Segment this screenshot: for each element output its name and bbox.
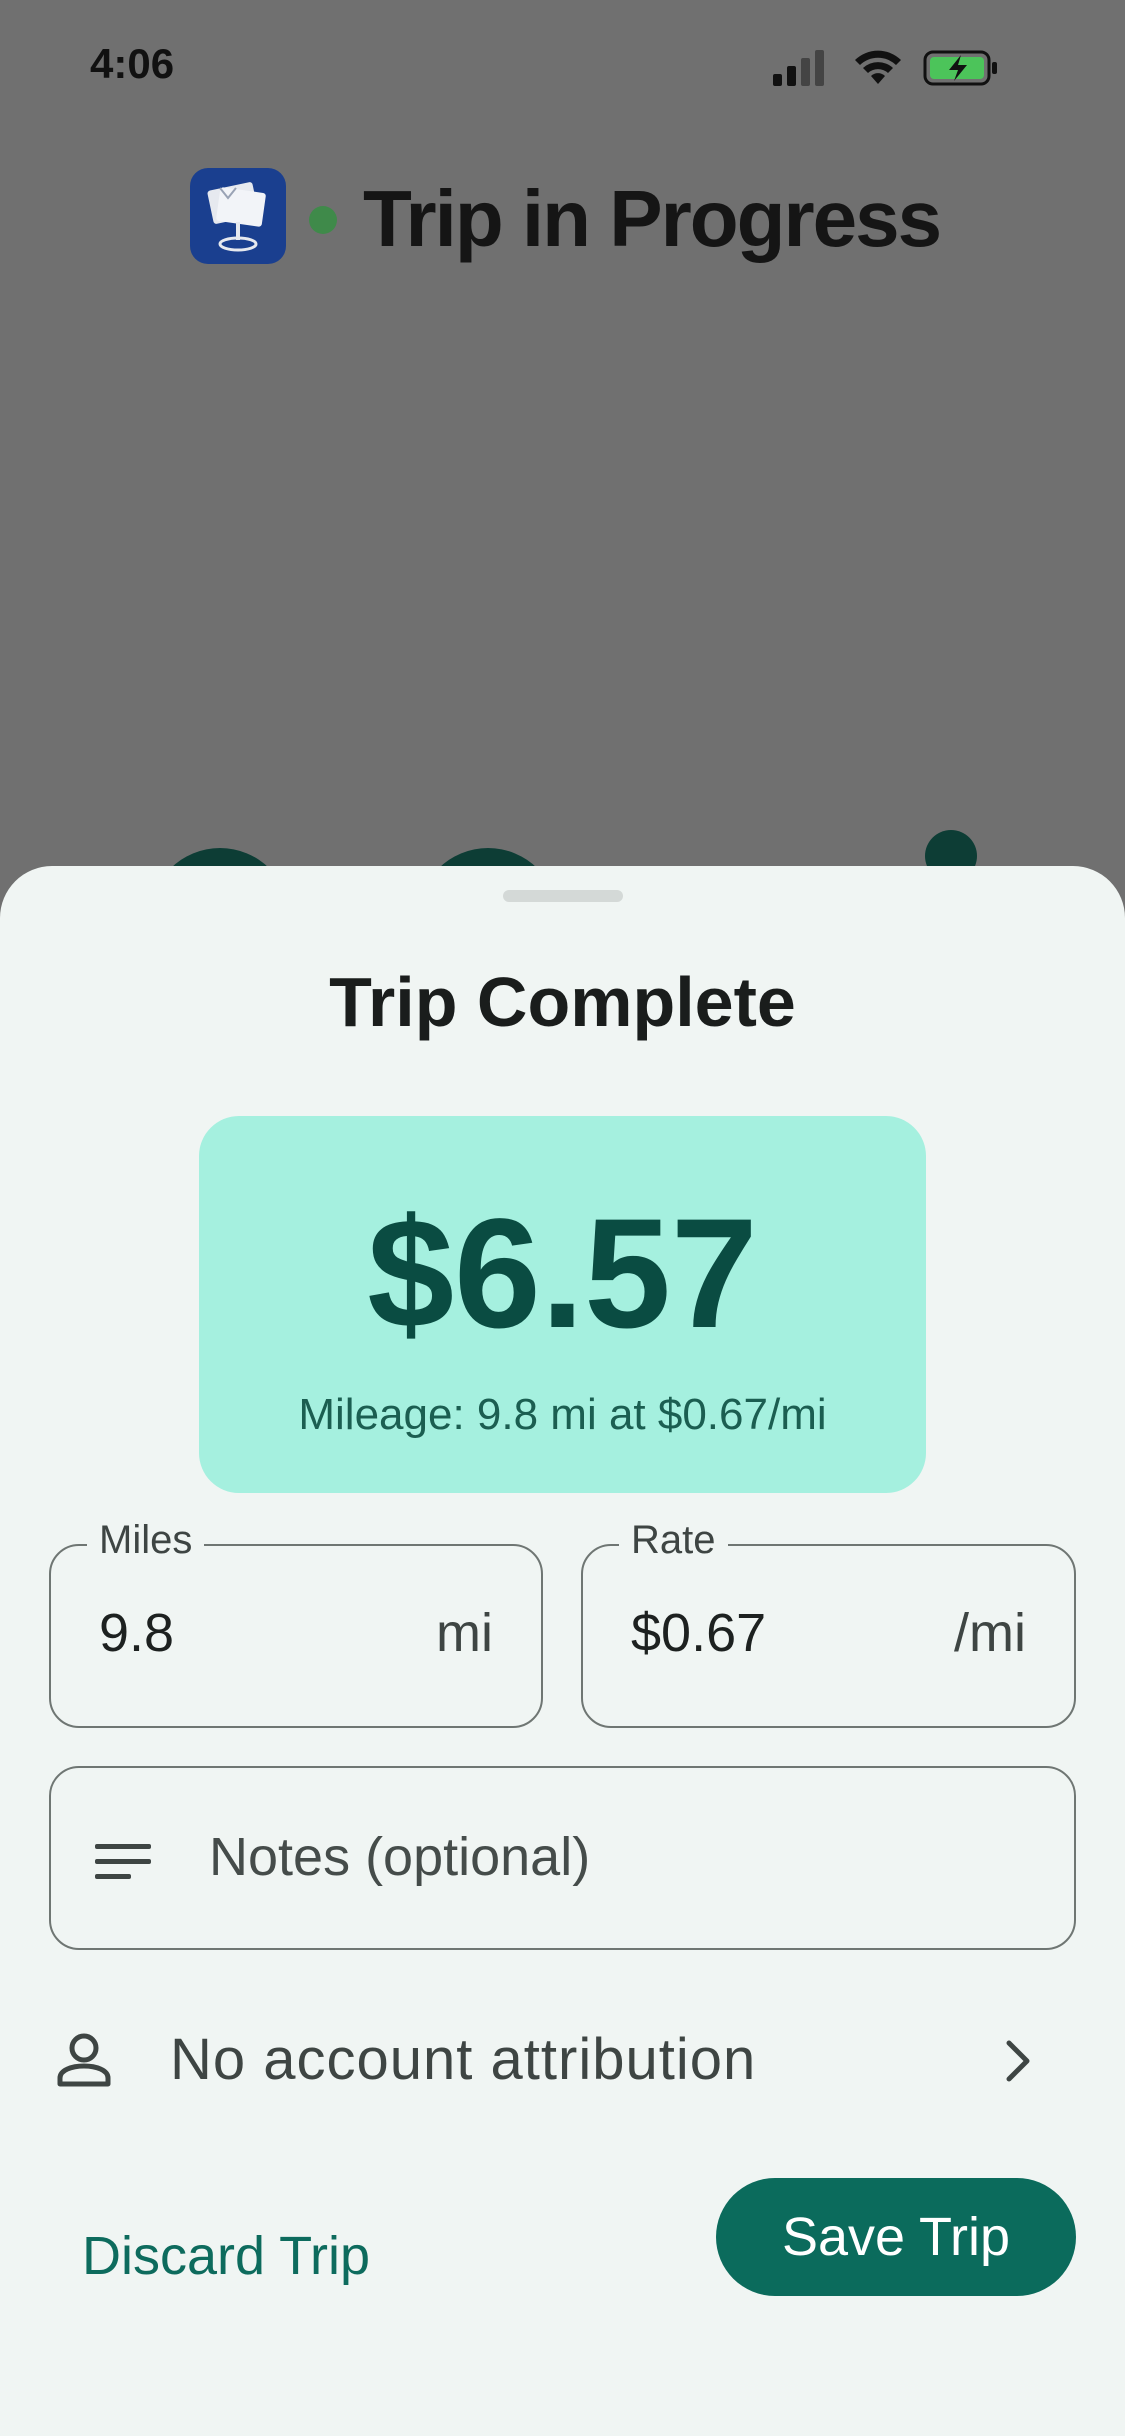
rate-unit: /mi [954,1603,1026,1663]
chevron-right-icon [1006,2040,1030,2082]
page-title: Trip in Progress [363,174,942,263]
miles-value[interactable]: 9.8 [99,1602,174,1664]
miles-label: Miles [87,1518,205,1563]
app-header: Trip in Progress [0,165,1125,265]
account-attribution-label: No account attribution [170,2027,757,2092]
notes-field[interactable]: Notes (optional) [49,1766,1076,1950]
amount-detail: Mileage: 9.8 mi at $0.67/mi [298,1390,827,1439]
save-trip-button[interactable]: Save Trip [716,2178,1076,2296]
notes-placeholder: Notes (optional) [209,1827,591,1887]
account-attribution-row[interactable]: No account attribution [0,2004,1125,2114]
notes-lines-icon [95,1844,151,1879]
rate-field[interactable]: Rate $0.67 /mi [581,1518,1076,1728]
amount-card: $6.57 Mileage: 9.8 mi at $0.67/mi [199,1116,926,1493]
status-time: 4:06 [90,40,175,87]
miles-field[interactable]: Miles 9.8 mi [49,1518,543,1728]
sheet-title: Trip Complete [329,963,796,1041]
sheet-drag-handle[interactable] [503,890,623,902]
rate-value[interactable]: $0.67 [631,1602,766,1664]
status-bar: 4:06 [0,0,1125,140]
trip-amount: $6.57 [367,1187,758,1361]
rate-label: Rate [619,1518,728,1563]
miles-unit: mi [436,1603,493,1663]
battery-charging-icon [923,50,997,86]
app-logo-icon [190,168,286,264]
trip-live-indicator [309,206,337,234]
person-icon [57,2033,111,2087]
trip-complete-sheet: Trip Complete $6.57 Mileage: 9.8 mi at $… [0,866,1125,2436]
wifi-icon [855,50,901,84]
cellular-signal-icon [773,50,824,86]
discard-trip-button[interactable]: Discard Trip [60,2206,392,2306]
